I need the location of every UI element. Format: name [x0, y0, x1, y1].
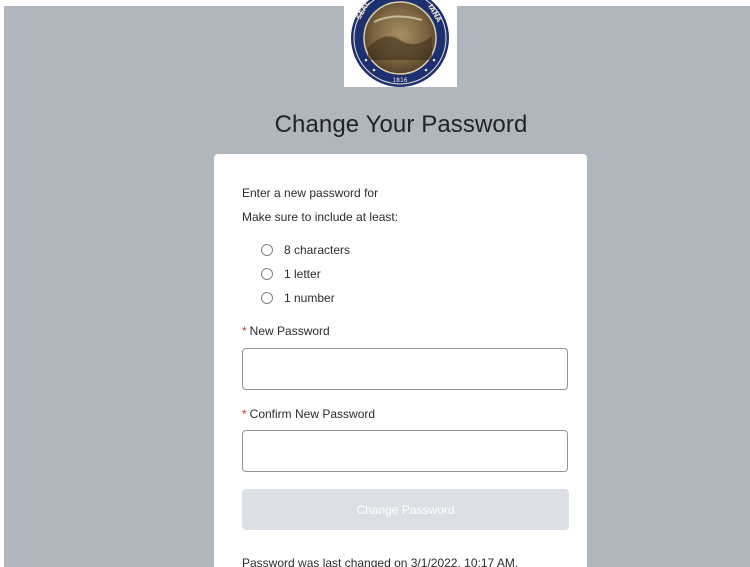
requirement-item: 1 number — [261, 289, 335, 307]
confirm-password-label: * Confirm New Password — [242, 407, 375, 421]
login-page: SEAL IANA 1816 Change Your Password Ente… — [0, 0, 750, 567]
requirement-label: 8 characters — [284, 243, 351, 257]
requirements-heading: Make sure to include at least: — [242, 210, 399, 224]
requirement-label: 1 letter — [284, 267, 321, 281]
confirm-password-input[interactable] — [242, 430, 568, 472]
seal-icon: SEAL IANA 1816 — [351, 0, 449, 87]
intro-text: Enter a new password for — [242, 186, 379, 200]
requirement-status-icon — [261, 268, 273, 280]
requirement-label: 1 number — [284, 291, 335, 305]
required-marker: * — [242, 407, 247, 421]
change-password-card: Enter a new password for Make sure to in… — [214, 154, 587, 567]
requirement-item: 1 letter — [261, 265, 321, 283]
requirement-status-icon — [261, 244, 273, 256]
svg-text:1816: 1816 — [392, 77, 407, 84]
state-seal-logo: SEAL IANA 1816 — [344, 0, 457, 87]
requirement-status-icon — [261, 292, 273, 304]
required-marker: * — [242, 324, 247, 338]
requirement-item: 8 characters — [261, 241, 350, 259]
password-last-changed-note: Password was last changed on 3/1/2022, 1… — [242, 556, 519, 567]
new-password-label: * New Password — [242, 324, 330, 338]
new-password-label-text: New Password — [249, 324, 330, 338]
page-title: Change Your Password — [274, 111, 528, 138]
change-password-button[interactable]: Change Password — [242, 489, 569, 530]
new-password-input[interactable] — [242, 348, 568, 390]
confirm-password-label-text: Confirm New Password — [249, 407, 376, 421]
